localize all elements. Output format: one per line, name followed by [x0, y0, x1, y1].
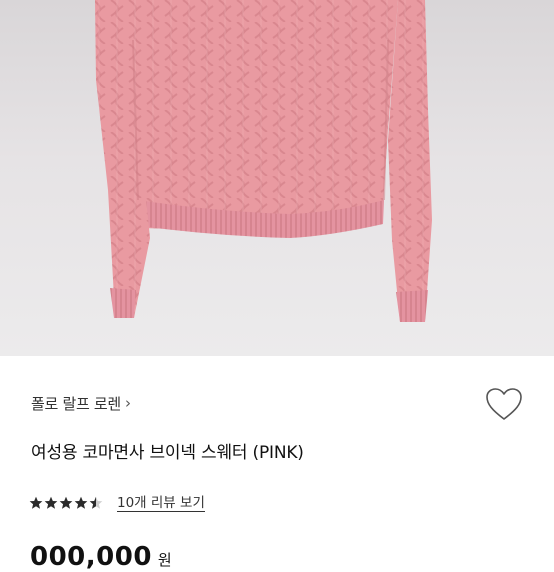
heart-outline-icon [486, 388, 522, 420]
star-icon [89, 496, 103, 509]
price-row: 000,000 원 [30, 542, 172, 572]
star-icon [74, 496, 88, 509]
star-rating [29, 496, 104, 510]
review-link[interactable]: 10개 리뷰 보기 [117, 495, 205, 512]
brand-name: 폴로 랄프 로렌 [31, 394, 121, 413]
product-title: 여성용 코마면사 브이넥 스웨터 (PINK) [31, 443, 304, 463]
chevron-right-icon: › [124, 394, 131, 412]
price-currency: 원 [157, 551, 172, 569]
product-image[interactable] [0, 0, 554, 356]
sweater-illustration [95, 0, 432, 322]
star-icon [44, 496, 58, 509]
price-value: 000,000 [30, 542, 152, 572]
wishlist-button[interactable] [484, 386, 524, 424]
star-icon [59, 496, 73, 509]
star-icon [29, 496, 43, 509]
rating-row: 10개 리뷰 보기 [29, 493, 205, 513]
sweater-right-cuff [396, 290, 428, 322]
sweater-right-sleeve [388, 0, 432, 322]
sweater-left-cuff [110, 288, 136, 318]
sweater-body [118, 0, 398, 232]
brand-link[interactable]: 폴로 랄프 로렌 › [31, 392, 131, 414]
product-info: 폴로 랄프 로렌 › 여성용 코마면사 브이넥 스웨터 (PINK) 10개 리… [0, 356, 554, 572]
